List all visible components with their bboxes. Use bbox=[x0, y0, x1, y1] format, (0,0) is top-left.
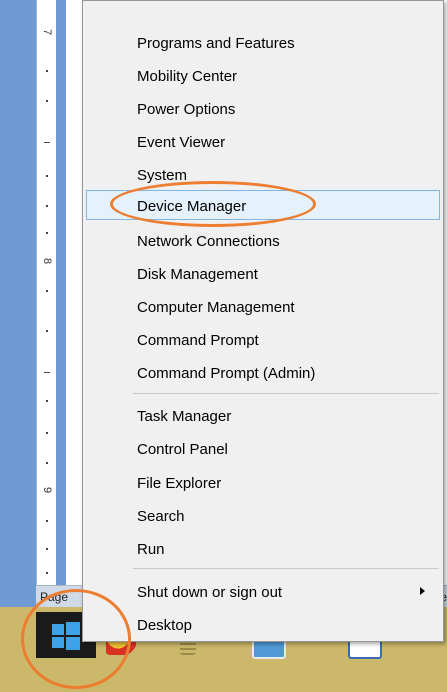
menu-separator bbox=[133, 393, 439, 394]
menu-item-file-explorer[interactable]: File Explorer bbox=[86, 467, 440, 497]
menu-item-task-manager[interactable]: Task Manager bbox=[86, 400, 440, 430]
menu-item-label: Desktop bbox=[137, 617, 193, 634]
menu-item-desktop[interactable]: Desktop bbox=[86, 609, 440, 639]
menu-item-label: Event Viewer bbox=[137, 134, 226, 151]
menu-item-run[interactable]: Run bbox=[86, 533, 440, 563]
menu-item-disk-management[interactable]: Disk Management bbox=[86, 258, 440, 288]
menu-item-label: Command Prompt (Admin) bbox=[137, 365, 316, 382]
menu-item-label: Search bbox=[137, 508, 185, 525]
ruler-number-7: 7 bbox=[41, 28, 53, 36]
annotation-circle-start-button bbox=[21, 589, 131, 689]
menu-item-label: Disk Management bbox=[137, 266, 258, 283]
menu-item-shut-down-or-sign-out[interactable]: Shut down or sign out bbox=[86, 576, 440, 606]
annotation-circle-device-manager bbox=[110, 181, 316, 227]
background-window-edge bbox=[0, 0, 36, 692]
ruler-number-8: 8 bbox=[41, 257, 53, 265]
menu-item-label: Computer Management bbox=[137, 299, 295, 316]
menu-item-control-panel[interactable]: Control Panel bbox=[86, 433, 440, 463]
menu-item-label: Programs and Features bbox=[137, 35, 295, 52]
menu-item-label: Run bbox=[137, 541, 165, 558]
winx-context-menu: Programs and Features Mobility Center Po… bbox=[82, 0, 444, 642]
menu-item-network-connections[interactable]: Network Connections bbox=[86, 225, 440, 255]
menu-item-label: Shut down or sign out bbox=[137, 584, 283, 601]
menu-separator bbox=[133, 568, 439, 569]
menu-item-label: File Explorer bbox=[137, 475, 222, 492]
submenu-arrow-icon bbox=[420, 587, 425, 595]
ruler-number-9: 9 bbox=[41, 486, 53, 494]
menu-item-command-prompt-admin[interactable]: Command Prompt (Admin) bbox=[86, 357, 440, 387]
menu-item-mobility-center[interactable]: Mobility Center bbox=[86, 60, 440, 90]
menu-item-label: Power Options bbox=[137, 101, 236, 118]
menu-item-label: Mobility Center bbox=[137, 68, 238, 85]
background-window-panel bbox=[56, 0, 66, 585]
vertical-ruler: 7 8 9 bbox=[36, 0, 58, 585]
menu-item-programs-and-features[interactable]: Programs and Features bbox=[86, 27, 440, 57]
menu-item-computer-management[interactable]: Computer Management bbox=[86, 291, 440, 321]
menu-item-event-viewer[interactable]: Event Viewer bbox=[86, 126, 440, 156]
menu-item-power-options[interactable]: Power Options bbox=[86, 93, 440, 123]
menu-item-command-prompt[interactable]: Command Prompt bbox=[86, 324, 440, 354]
menu-item-search[interactable]: Search bbox=[86, 500, 440, 530]
menu-item-label: Task Manager bbox=[137, 408, 232, 425]
menu-item-label: Control Panel bbox=[137, 441, 228, 458]
menu-item-label: Network Connections bbox=[137, 233, 280, 250]
menu-item-label: Command Prompt bbox=[137, 332, 259, 349]
